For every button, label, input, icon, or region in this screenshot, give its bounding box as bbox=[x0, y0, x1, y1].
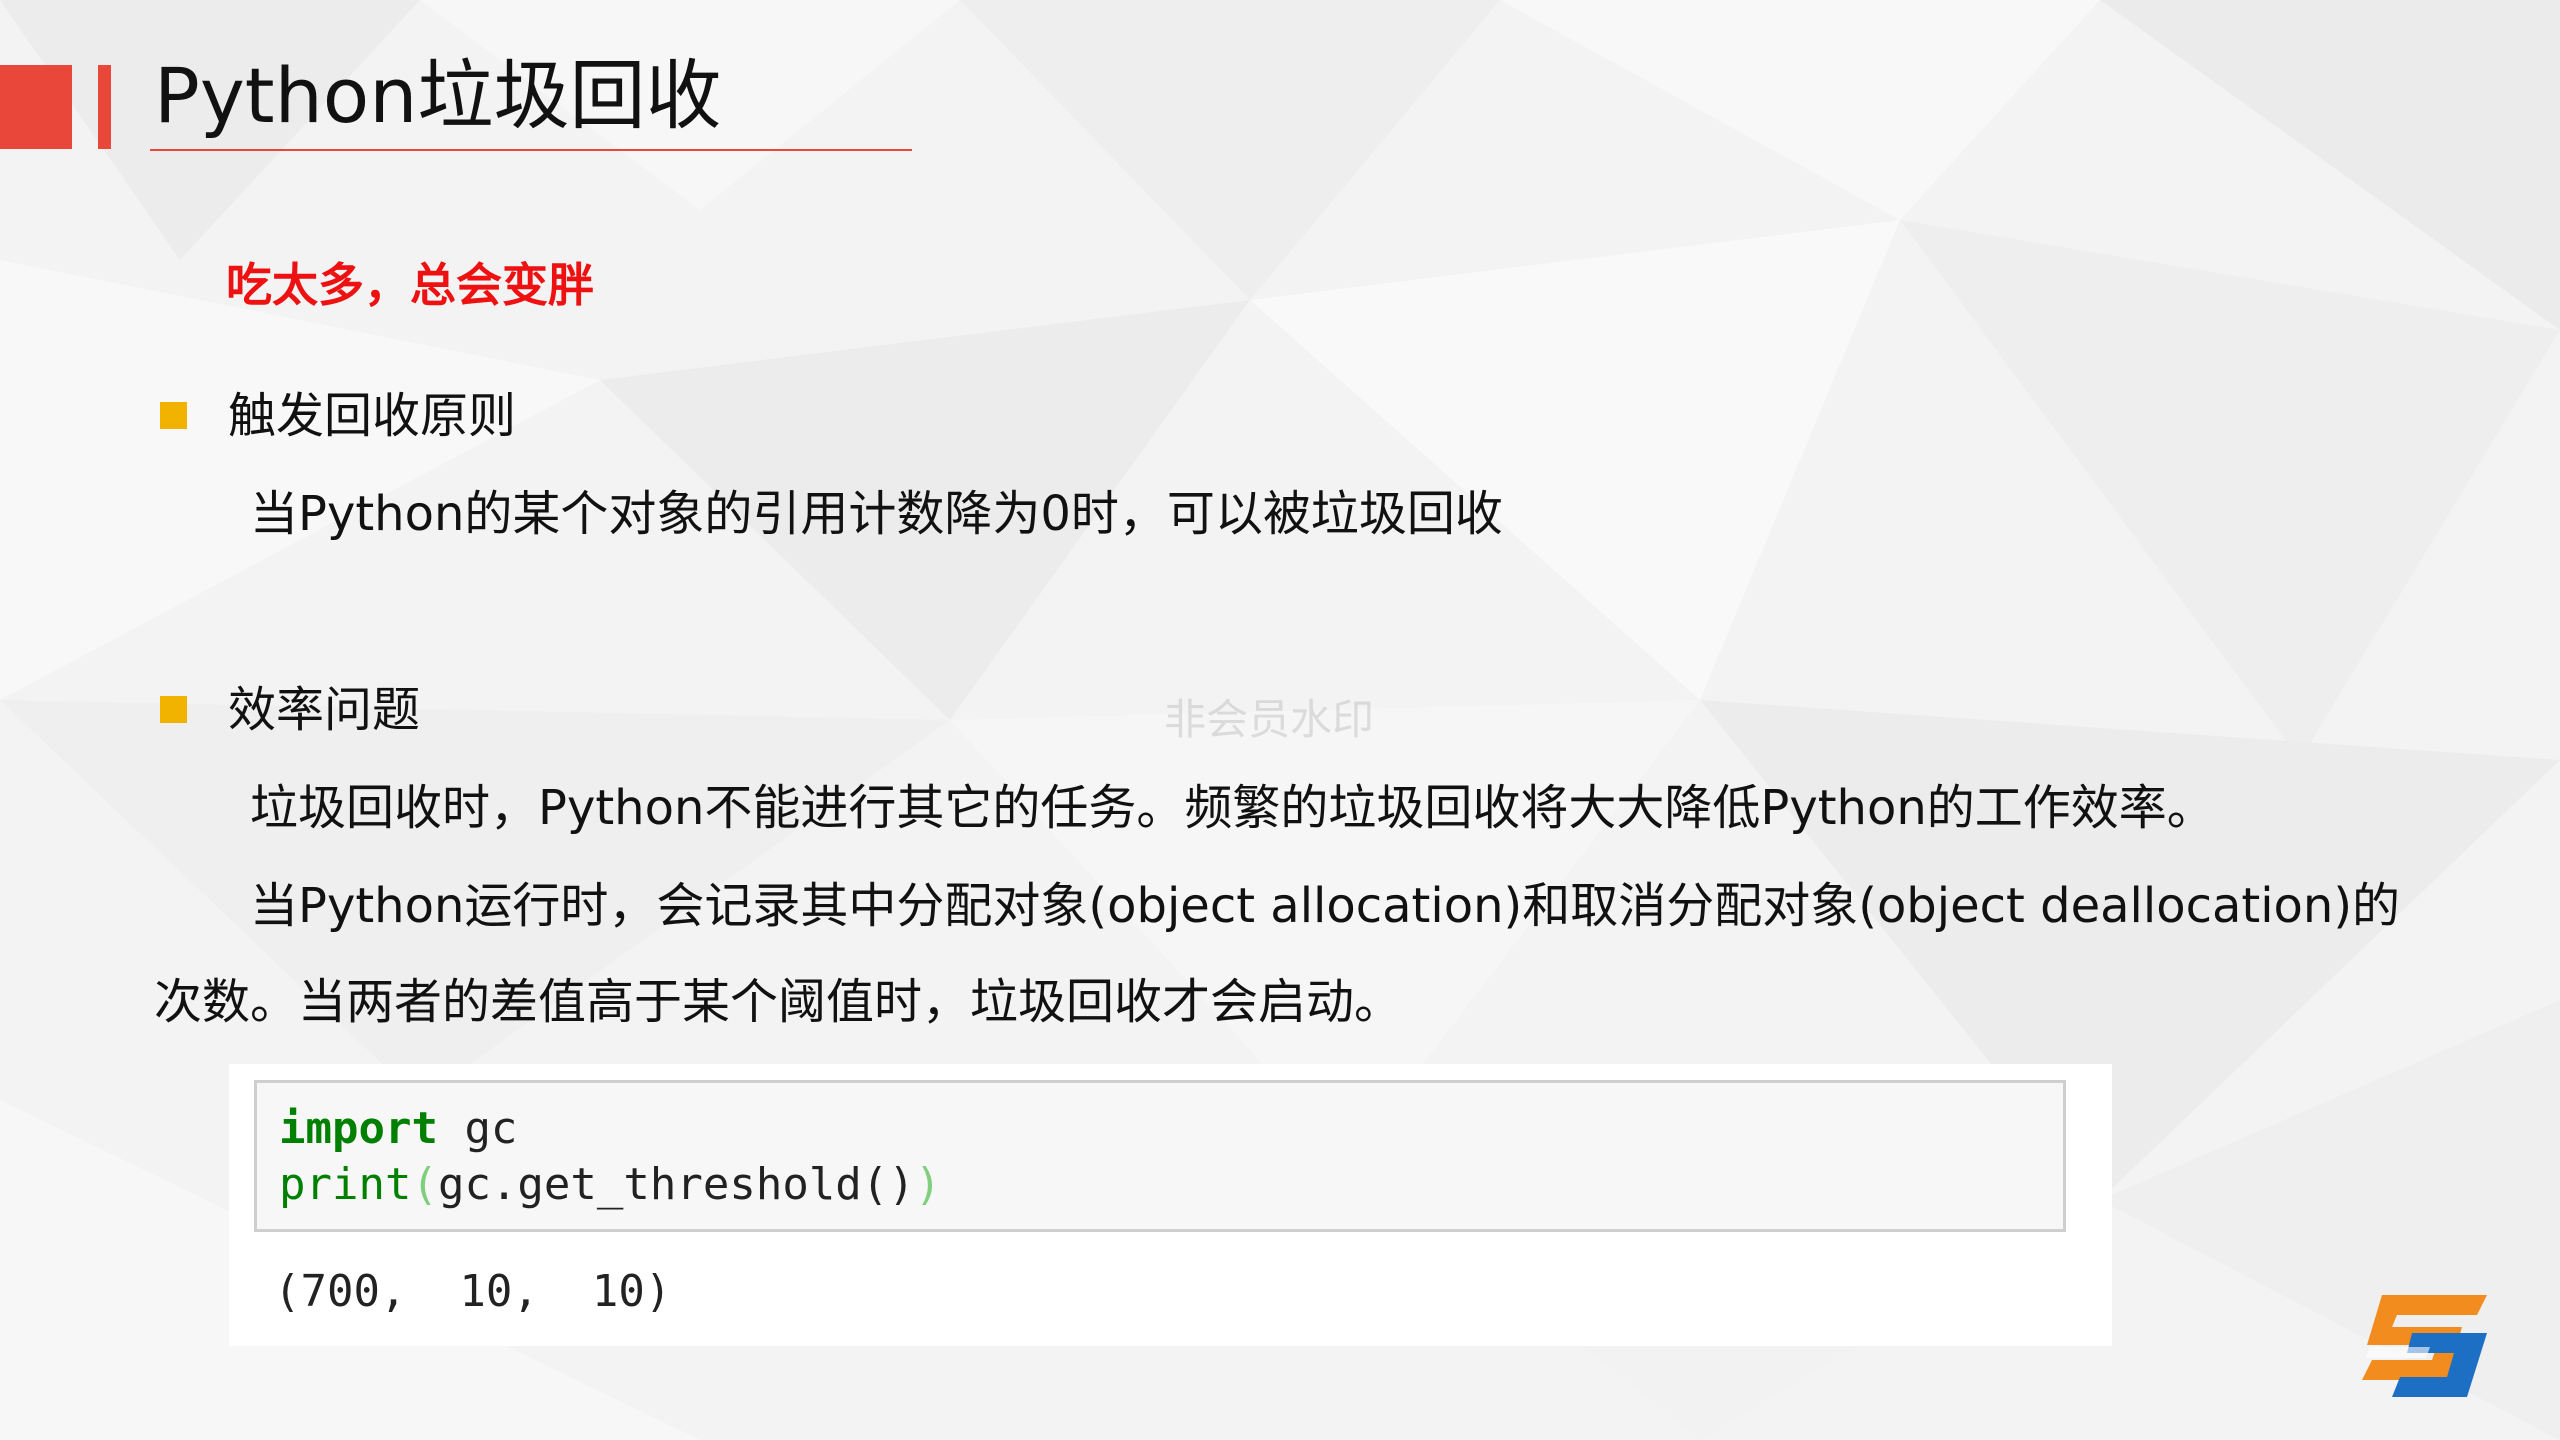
slide-title: Python垃圾回收 bbox=[154, 51, 722, 140]
code-output: (700, 10, 10) bbox=[274, 1266, 672, 1317]
code-line-1: import gc bbox=[279, 1101, 517, 1157]
section2-heading: 效率问题 bbox=[228, 682, 421, 738]
section2-paragraph2-line2: 次数。当两者的差值高于某个阈值时，垃圾回收才会启动。 bbox=[154, 974, 1403, 1030]
code-function: print bbox=[279, 1159, 412, 1210]
watermark-text: 非会员水印 bbox=[1164, 695, 1375, 744]
square-bullet-icon bbox=[160, 402, 187, 429]
code-cell: import gc print(gc.get_threshold()) (700… bbox=[229, 1064, 2112, 1346]
title-accent-bar bbox=[98, 65, 111, 149]
code-call-parens: () bbox=[861, 1159, 915, 1210]
code-input-box[interactable]: import gc print(gc.get_threshold()) bbox=[254, 1080, 2066, 1232]
title-underline bbox=[150, 149, 912, 151]
section1-heading: 触发回收原则 bbox=[228, 388, 517, 444]
code-keyword: import bbox=[279, 1103, 438, 1154]
code-module: gc bbox=[437, 1103, 518, 1154]
code-open-paren: ( bbox=[411, 1159, 438, 1210]
brand-logo-icon bbox=[2362, 1295, 2487, 1397]
section2-paragraph2-line1: 当Python运行时，会记录其中分配对象(object allocation)和… bbox=[250, 878, 2401, 934]
section1-body: 当Python的某个对象的引用计数降为0时，可以被垃圾回收 bbox=[250, 486, 1503, 542]
slide-subtitle: 吃太多，总会变胖 bbox=[226, 258, 594, 312]
section2-paragraph1: 垃圾回收时，Python不能进行其它的任务。频繁的垃圾回收将大大降低Python… bbox=[250, 780, 2215, 836]
square-bullet-icon bbox=[160, 696, 187, 723]
code-line-2: print(gc.get_threshold()) bbox=[279, 1157, 941, 1213]
title-accent-block bbox=[0, 65, 72, 149]
code-call: gc.get_threshold bbox=[437, 1159, 862, 1210]
code-close-paren: ) bbox=[914, 1159, 942, 1210]
slide: Python垃圾回收 吃太多，总会变胖 触发回收原则 当Python的某个对象的… bbox=[0, 0, 2560, 1440]
